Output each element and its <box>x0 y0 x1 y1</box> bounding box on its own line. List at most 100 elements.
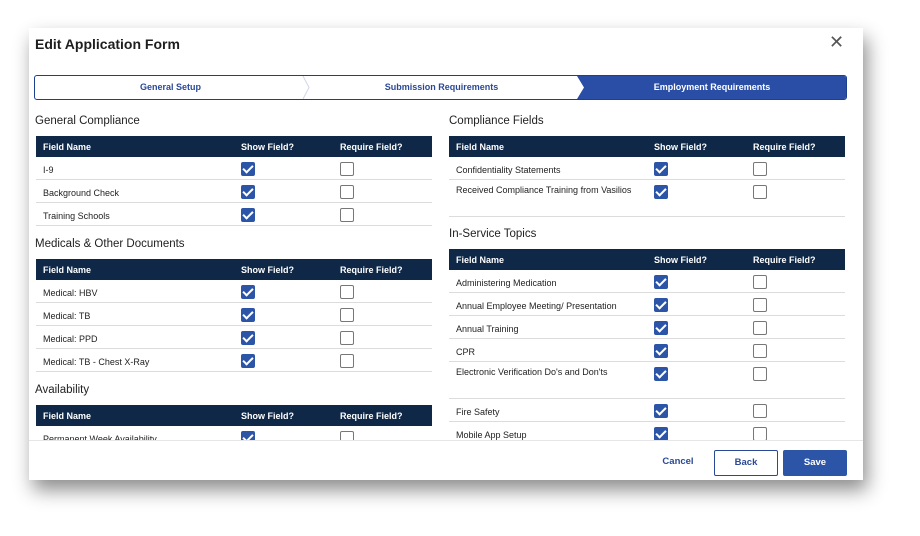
section-title-availability: Availability <box>35 384 90 396</box>
require-field-checkbox[interactable] <box>753 275 767 289</box>
field-name-cell: Annual Employee Meeting/ Presentation <box>456 301 617 311</box>
table-row: Medical: TB - Chest X-Ray <box>36 349 432 372</box>
cancel-button[interactable]: Cancel <box>653 450 703 476</box>
show-field-checkbox[interactable] <box>654 427 668 440</box>
modal-title: Edit Application Form <box>35 36 180 52</box>
table-row: Annual Employee Meeting/ Presentation <box>449 293 845 316</box>
field-name-cell: Medical: PPD <box>43 334 98 344</box>
require-field-checkbox[interactable] <box>753 404 767 418</box>
show-field-checkbox[interactable] <box>654 298 668 312</box>
table-row: Electronic Verification Do's and Don'ts <box>449 362 845 399</box>
require-field-checkbox[interactable] <box>753 427 767 440</box>
require-field-checkbox[interactable] <box>340 354 354 368</box>
table-row: Mobile App Setup <box>449 422 845 440</box>
require-field-checkbox[interactable] <box>340 162 354 176</box>
field-name-cell: Permanent Week Availability <box>43 434 157 440</box>
step-employment-requirements[interactable]: Employment Requirements <box>577 76 846 99</box>
field-name-cell: Mobile App Setup <box>456 430 527 440</box>
show-field-checkbox[interactable] <box>241 308 255 322</box>
table-row: Medical: PPD <box>36 326 432 349</box>
table-header: Field Name Show Field? Require Field? <box>36 136 432 157</box>
col-show-field: Show Field? <box>654 255 707 265</box>
field-name-cell: Received Compliance Training from Vasili… <box>456 185 632 195</box>
save-button[interactable]: Save <box>783 450 847 476</box>
step-general-setup[interactable]: General Setup <box>35 76 306 99</box>
field-name-cell: I-9 <box>43 165 54 175</box>
require-field-checkbox[interactable] <box>340 431 354 440</box>
require-field-checkbox[interactable] <box>340 208 354 222</box>
table-header: Field Name Show Field? Require Field? <box>449 249 845 270</box>
medicals-table: Field Name Show Field? Require Field? Me… <box>36 259 432 372</box>
col-show-field: Show Field? <box>241 142 294 152</box>
in-service-topics-table: Field Name Show Field? Require Field? Ad… <box>449 249 845 440</box>
left-panel[interactable]: General Compliance Field Name Show Field… <box>29 106 439 440</box>
show-field-checkbox[interactable] <box>654 162 668 176</box>
edit-application-form-modal: Edit Application Form ✕ General Setup Su… <box>29 28 863 480</box>
right-panel[interactable]: Compliance Fields Field Name Show Field?… <box>442 106 863 440</box>
col-require-field: Require Field? <box>340 265 403 275</box>
table-row: Medical: TB <box>36 303 432 326</box>
back-button[interactable]: Back <box>714 450 778 476</box>
require-field-checkbox[interactable] <box>753 344 767 358</box>
show-field-checkbox[interactable] <box>241 162 255 176</box>
close-icon[interactable]: ✕ <box>829 32 845 52</box>
compliance-fields-table: Field Name Show Field? Require Field? Co… <box>449 136 845 217</box>
table-header: Field Name Show Field? Require Field? <box>36 259 432 280</box>
field-name-cell: Confidentiality Statements <box>456 165 561 175</box>
modal-header: Edit Application Form ✕ <box>29 28 863 64</box>
col-field-name: Field Name <box>43 265 92 275</box>
step-submission-requirements[interactable]: Submission Requirements <box>306 76 577 99</box>
col-field-name: Field Name <box>456 142 505 152</box>
field-name-cell: Annual Training <box>456 324 519 334</box>
require-field-checkbox[interactable] <box>753 367 767 381</box>
field-name-cell: Training Schools <box>43 211 110 221</box>
show-field-checkbox[interactable] <box>654 367 668 381</box>
require-field-checkbox[interactable] <box>753 162 767 176</box>
field-name-cell: Electronic Verification Do's and Don'ts <box>456 367 608 377</box>
section-title-general-compliance: General Compliance <box>35 115 140 127</box>
table-row: Medical: HBV <box>36 280 432 303</box>
table-row: Annual Training <box>449 316 845 339</box>
show-field-checkbox[interactable] <box>654 275 668 289</box>
table-row: Confidentiality Statements <box>449 157 845 180</box>
col-field-name: Field Name <box>43 142 92 152</box>
availability-table: Field Name Show Field? Require Field? Pe… <box>36 405 432 440</box>
table-row: Permanent Week Availability <box>36 426 432 440</box>
table-header: Field Name Show Field? Require Field? <box>449 136 845 157</box>
require-field-checkbox[interactable] <box>753 298 767 312</box>
show-field-checkbox[interactable] <box>241 185 255 199</box>
col-show-field: Show Field? <box>241 411 294 421</box>
section-title-in-service-topics: In-Service Topics <box>449 228 537 240</box>
require-field-checkbox[interactable] <box>340 308 354 322</box>
table-row: I-9 <box>36 157 432 180</box>
field-name-cell: Administering Medication <box>456 278 557 288</box>
show-field-checkbox[interactable] <box>241 431 255 440</box>
show-field-checkbox[interactable] <box>654 404 668 418</box>
require-field-checkbox[interactable] <box>340 185 354 199</box>
col-field-name: Field Name <box>43 411 92 421</box>
general-compliance-table: Field Name Show Field? Require Field? I-… <box>36 136 432 226</box>
show-field-checkbox[interactable] <box>241 354 255 368</box>
show-field-checkbox[interactable] <box>654 321 668 335</box>
field-name-cell: Medical: TB <box>43 311 91 321</box>
modal-footer: Cancel Back Save <box>29 440 863 480</box>
show-field-checkbox[interactable] <box>654 344 668 358</box>
col-show-field: Show Field? <box>241 265 294 275</box>
show-field-checkbox[interactable] <box>241 285 255 299</box>
col-field-name: Field Name <box>456 255 505 265</box>
table-row: Fire Safety <box>449 399 845 422</box>
require-field-checkbox[interactable] <box>753 321 767 335</box>
table-row: Received Compliance Training from Vasili… <box>449 180 845 217</box>
require-field-checkbox[interactable] <box>340 331 354 345</box>
require-field-checkbox[interactable] <box>340 285 354 299</box>
form-stepper: General Setup Submission Requirements Em… <box>34 75 847 100</box>
show-field-checkbox[interactable] <box>241 331 255 345</box>
show-field-checkbox[interactable] <box>654 185 668 199</box>
require-field-checkbox[interactable] <box>753 185 767 199</box>
col-require-field: Require Field? <box>340 411 403 421</box>
table-row: Administering Medication <box>449 270 845 293</box>
show-field-checkbox[interactable] <box>241 208 255 222</box>
col-require-field: Require Field? <box>753 142 816 152</box>
col-require-field: Require Field? <box>340 142 403 152</box>
field-name-cell: Fire Safety <box>456 407 500 417</box>
